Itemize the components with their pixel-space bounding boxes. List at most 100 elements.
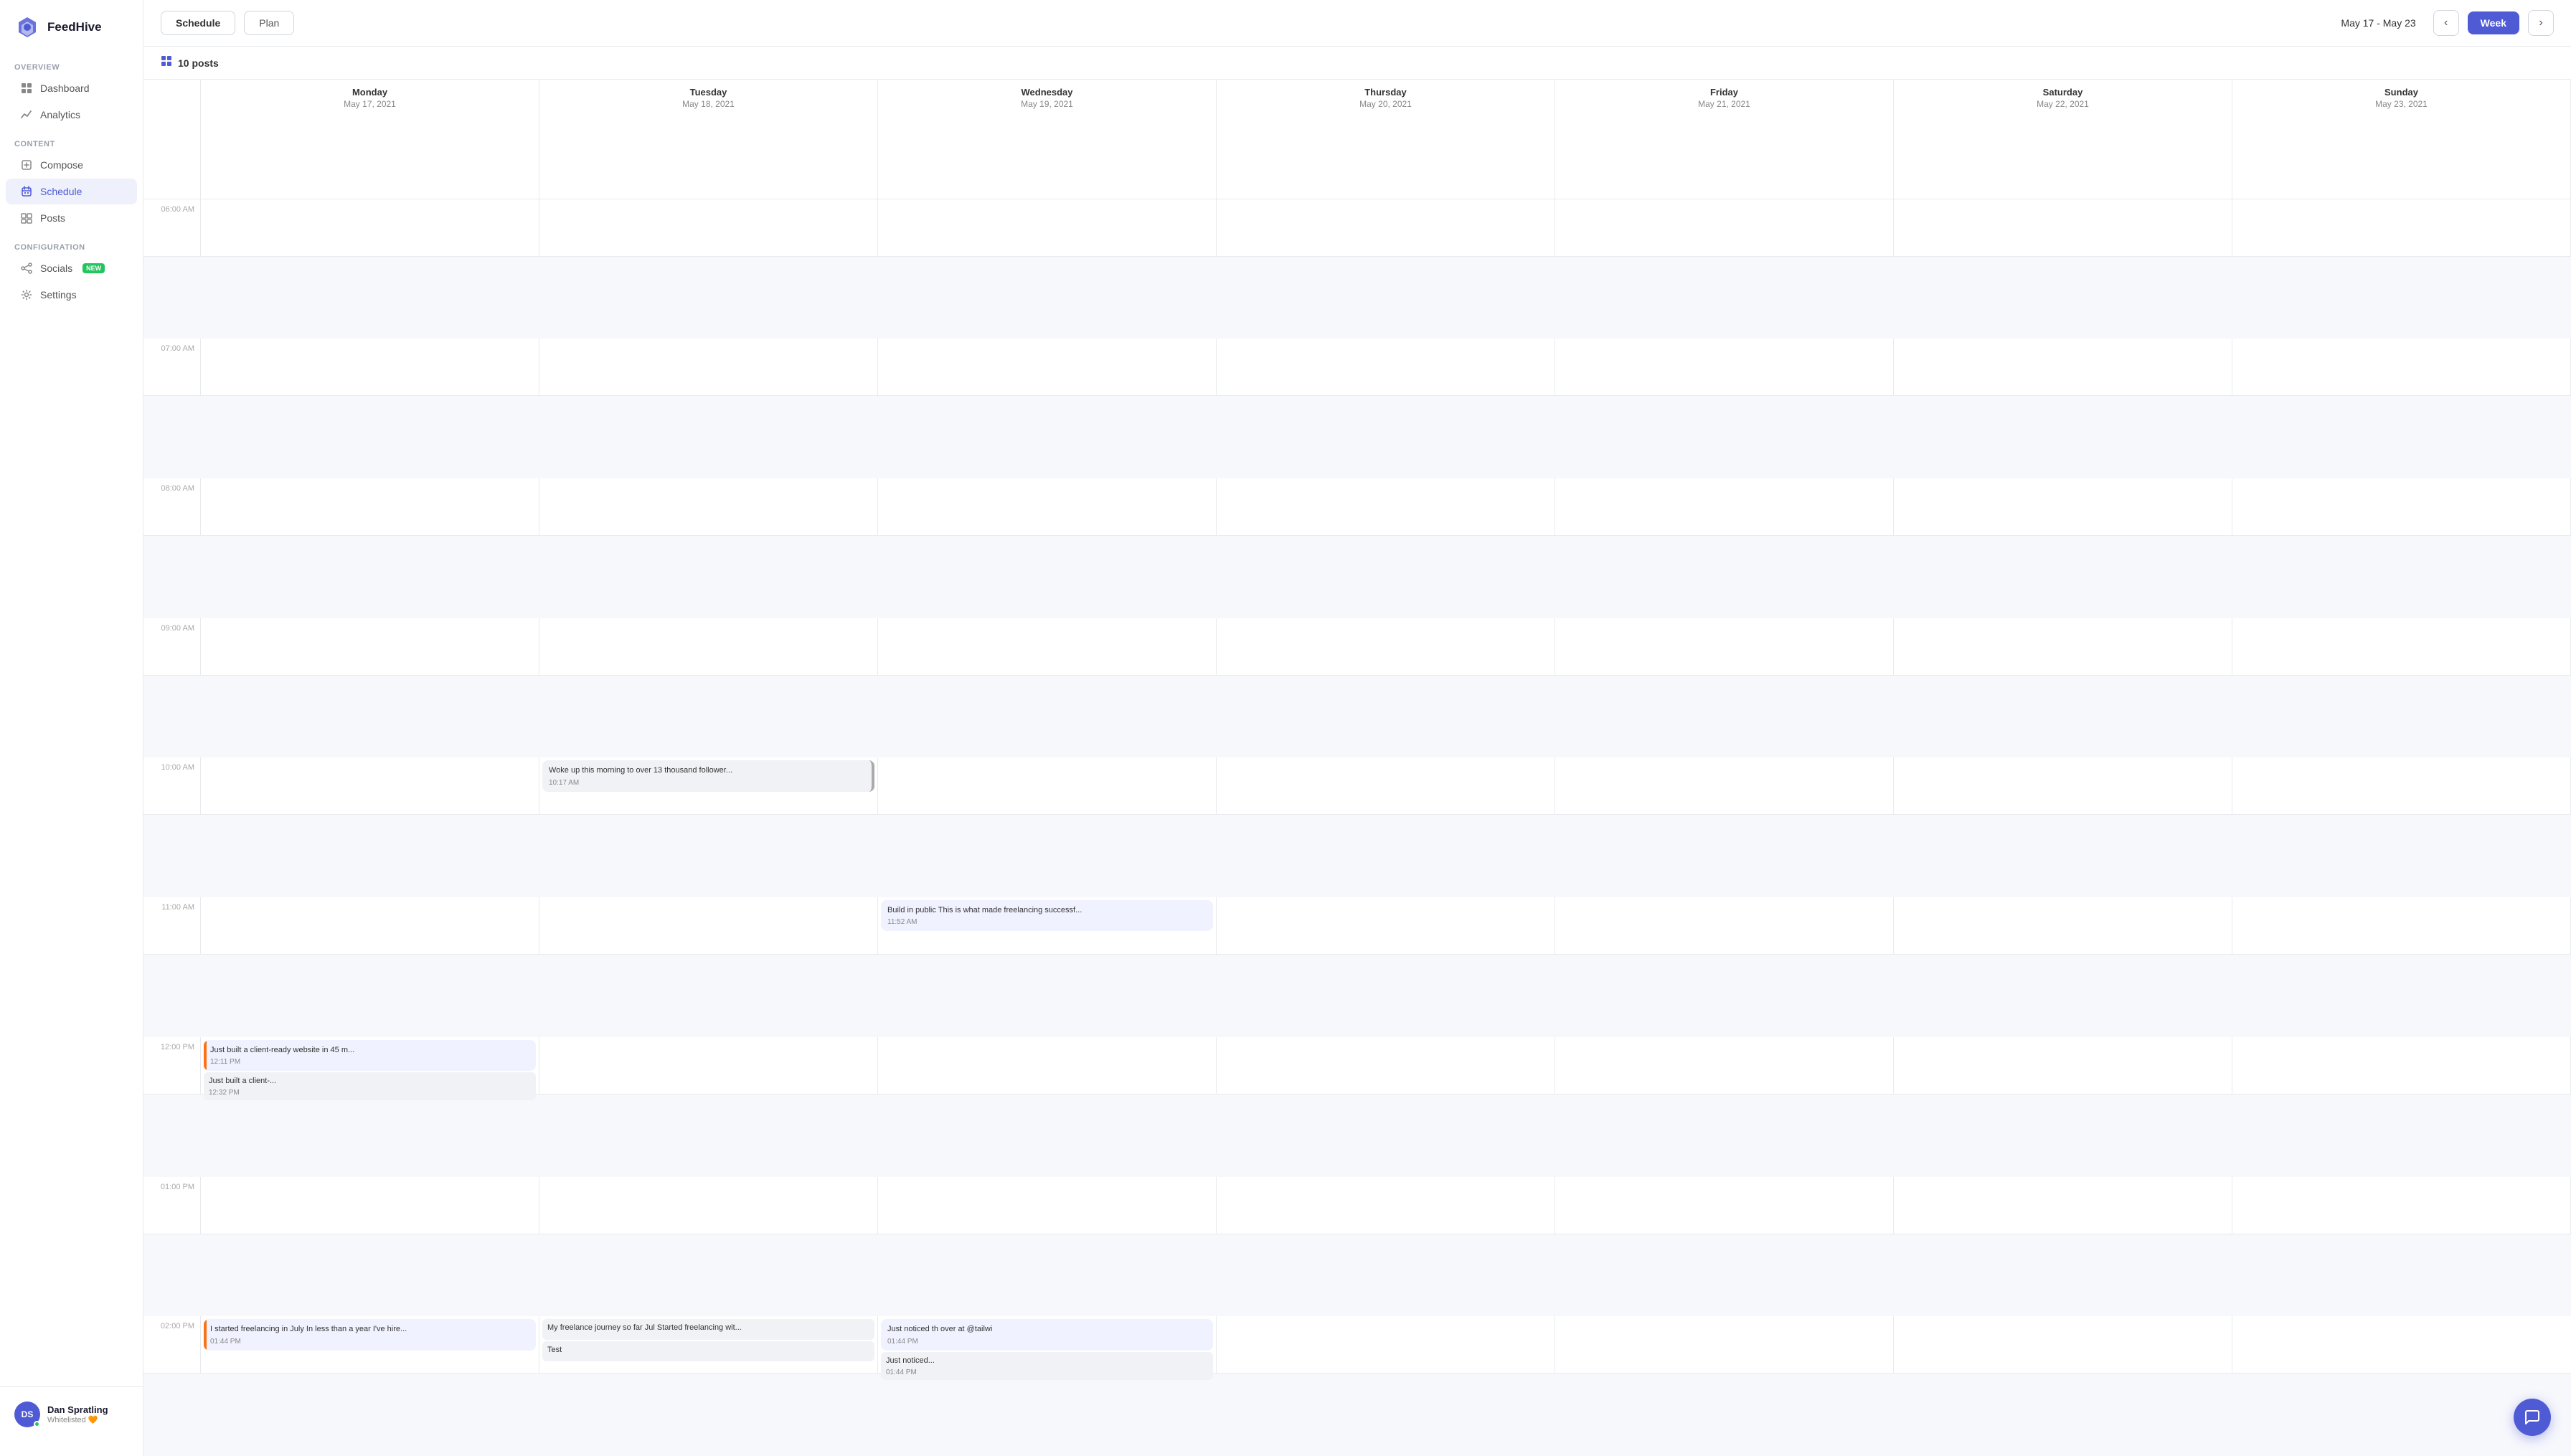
cell-tue-0700[interactable] xyxy=(539,339,878,396)
sidebar-item-settings[interactable]: Settings xyxy=(6,282,137,308)
post-card-wed-0200pm-a[interactable]: Just noticed th over at @tailwi 01:44 PM xyxy=(881,1319,1213,1350)
cell-thu-0700[interactable] xyxy=(1217,339,1555,396)
cell-sat-0200pm[interactable] xyxy=(1894,1316,2232,1374)
socials-label: Socials xyxy=(40,263,72,274)
schedule-icon xyxy=(20,185,33,198)
schedule-tab[interactable]: Schedule xyxy=(161,11,235,35)
cell-wed-0200pm[interactable]: Just noticed th over at @tailwi 01:44 PM… xyxy=(878,1316,1217,1374)
sidebar-item-socials[interactable]: Socials NEW xyxy=(6,255,137,281)
cell-fri-1200[interactable] xyxy=(1555,1037,1894,1095)
post-card-mon-0200pm[interactable]: I started freelancing in July In less th… xyxy=(204,1319,536,1350)
cell-wed-0600[interactable] xyxy=(878,199,1217,257)
cell-fri-0200pm[interactable] xyxy=(1555,1316,1894,1374)
cell-sat-1200[interactable] xyxy=(1894,1037,2232,1095)
cell-tue-0100pm[interactable] xyxy=(539,1177,878,1234)
online-dot xyxy=(34,1421,40,1427)
post-card-tue-0200pm-b[interactable]: Test xyxy=(542,1341,874,1361)
cell-sat-0900[interactable] xyxy=(1894,618,2232,676)
cell-mon-1000[interactable] xyxy=(201,757,539,815)
cell-wed-0700[interactable] xyxy=(878,339,1217,396)
cell-thu-0900[interactable] xyxy=(1217,618,1555,676)
time-label-0200pm: 02:00 PM xyxy=(143,1316,201,1374)
plan-tab[interactable]: Plan xyxy=(244,11,294,35)
cell-tue-1100[interactable] xyxy=(539,897,878,955)
cell-fri-0900[interactable] xyxy=(1555,618,1894,676)
cell-tue-1200[interactable] xyxy=(539,1037,878,1095)
cell-tue-0800[interactable] xyxy=(539,478,878,536)
settings-icon xyxy=(20,288,33,301)
cell-thu-0200pm[interactable] xyxy=(1217,1316,1555,1374)
cell-thu-1200[interactable] xyxy=(1217,1037,1555,1095)
cell-sun-1100[interactable] xyxy=(2232,897,2571,955)
cell-mon-0600[interactable] xyxy=(201,199,539,257)
cell-sun-0900[interactable] xyxy=(2232,618,2571,676)
cell-tue-1000[interactable]: Woke up this morning to over 13 thousand… xyxy=(539,757,878,815)
cell-thu-0800[interactable] xyxy=(1217,478,1555,536)
cell-sat-0100pm[interactable] xyxy=(1894,1177,2232,1234)
cell-sun-0600[interactable] xyxy=(2232,199,2571,257)
cell-tue-0200pm[interactable]: My freelance journey so far Jul Started … xyxy=(539,1316,878,1374)
cell-wed-0800[interactable] xyxy=(878,478,1217,536)
cell-wed-1100[interactable]: Build in public This is what made freela… xyxy=(878,897,1217,955)
cell-fri-1100[interactable] xyxy=(1555,897,1894,955)
cell-sat-1100[interactable] xyxy=(1894,897,2232,955)
cell-fri-0100pm[interactable] xyxy=(1555,1177,1894,1234)
sidebar-item-posts[interactable]: Posts xyxy=(6,205,137,231)
cell-sun-0100pm[interactable] xyxy=(2232,1177,2571,1234)
cell-fri-1000[interactable] xyxy=(1555,757,1894,815)
cell-tue-0900[interactable] xyxy=(539,618,878,676)
cell-tue-0600[interactable] xyxy=(539,199,878,257)
post-card-mon-1200a[interactable]: Just built a client-ready website in 45 … xyxy=(204,1040,536,1071)
cell-fri-0700[interactable] xyxy=(1555,339,1894,396)
chat-fab-button[interactable] xyxy=(2514,1399,2551,1436)
cell-sun-1200[interactable] xyxy=(2232,1037,2571,1095)
day-name-saturday: Saturday xyxy=(1900,87,2226,98)
cell-mon-0200pm[interactable]: I started freelancing in July In less th… xyxy=(201,1316,539,1374)
cell-mon-0700[interactable] xyxy=(201,339,539,396)
sidebar-item-analytics[interactable]: Analytics xyxy=(6,102,137,128)
prev-week-button[interactable]: ‹ xyxy=(2433,10,2459,36)
post-card-tue-0200pm[interactable]: My freelance journey so far Jul Started … xyxy=(542,1319,874,1339)
cell-thu-0100pm[interactable] xyxy=(1217,1177,1555,1234)
next-week-button[interactable]: › xyxy=(2528,10,2554,36)
cell-sun-0700[interactable] xyxy=(2232,339,2571,396)
cell-wed-0100pm[interactable] xyxy=(878,1177,1217,1234)
day-header-sunday: Sunday May 23, 2021 xyxy=(2232,80,2571,199)
calendar-container[interactable]: Monday May 17, 2021 Tuesday May 18, 2021… xyxy=(143,80,2571,1456)
cell-wed-0900[interactable] xyxy=(878,618,1217,676)
sidebar-item-schedule[interactable]: Schedule xyxy=(6,179,137,204)
sidebar-item-dashboard[interactable]: Dashboard xyxy=(6,75,137,101)
cell-mon-0900[interactable] xyxy=(201,618,539,676)
dashboard-icon xyxy=(20,82,33,95)
cell-sat-1000[interactable] xyxy=(1894,757,2232,815)
cell-thu-1000[interactable] xyxy=(1217,757,1555,815)
section-label-overview: Overview xyxy=(0,57,143,75)
post-time: 01:44 PM xyxy=(210,1338,529,1346)
cell-mon-1200[interactable]: Just built a client-ready website in 45 … xyxy=(201,1037,539,1095)
cell-mon-1100[interactable] xyxy=(201,897,539,955)
cell-fri-0600[interactable] xyxy=(1555,199,1894,257)
logo[interactable]: FeedHive xyxy=(0,14,143,57)
day-date-wednesday: May 19, 2021 xyxy=(884,99,1210,109)
user-card[interactable]: DS Dan Spratling Whitelisted 🧡 xyxy=(9,1396,134,1433)
post-time: 01:44 PM xyxy=(887,1338,1207,1346)
sidebar-item-compose[interactable]: Compose xyxy=(6,152,137,178)
cell-fri-0800[interactable] xyxy=(1555,478,1894,536)
cell-sun-0800[interactable] xyxy=(2232,478,2571,536)
cell-sat-0600[interactable] xyxy=(1894,199,2232,257)
week-button[interactable]: Week xyxy=(2468,11,2519,34)
cell-sat-0700[interactable] xyxy=(1894,339,2232,396)
cell-thu-1100[interactable] xyxy=(1217,897,1555,955)
cell-sun-1000[interactable] xyxy=(2232,757,2571,815)
post-card-mon-1200b[interactable]: Just built a client-... 12:32 PM xyxy=(204,1072,536,1100)
post-card-wed-1100[interactable]: Build in public This is what made freela… xyxy=(881,900,1213,931)
post-card-tue-1000[interactable]: Woke up this morning to over 13 thousand… xyxy=(542,760,874,791)
cell-thu-0600[interactable] xyxy=(1217,199,1555,257)
cell-sun-0200pm[interactable] xyxy=(2232,1316,2571,1374)
post-card-wed-0200pm-b[interactable]: Just noticed... 01:44 PM xyxy=(881,1352,1213,1380)
cell-sat-0800[interactable] xyxy=(1894,478,2232,536)
cell-mon-0800[interactable] xyxy=(201,478,539,536)
cell-wed-1000[interactable] xyxy=(878,757,1217,815)
cell-mon-0100pm[interactable] xyxy=(201,1177,539,1234)
cell-wed-1200[interactable] xyxy=(878,1037,1217,1095)
